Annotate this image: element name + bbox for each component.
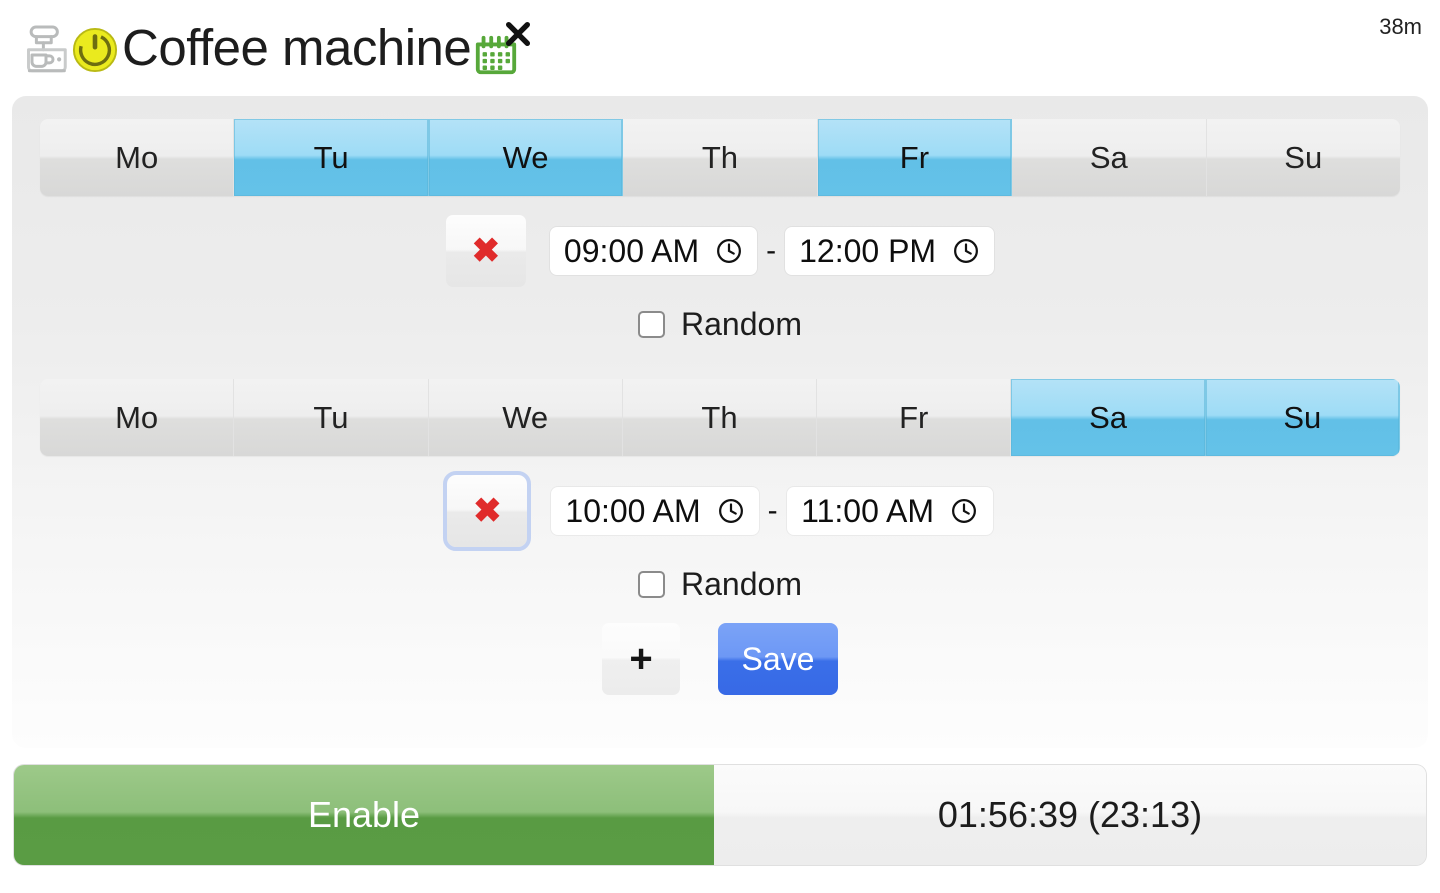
clock-icon[interactable] [952,237,980,265]
day-button-we-2[interactable]: We [428,379,623,456]
uptime-label: 38m [1379,14,1422,39]
header: Coffee machine 38m [0,0,1440,95]
day-button-we[interactable]: We [428,119,624,196]
enable-button[interactable]: Enable [14,765,714,865]
random-label-2: Random [681,566,802,602]
delete-schedule-button-2[interactable]: ✖ [443,471,532,551]
day-button-tu-2[interactable]: Tu [234,379,429,456]
random-checkbox-1[interactable] [638,311,666,338]
clock-icon[interactable] [717,497,745,525]
bottom-bar: Enable 01:56:39 (23:13) [14,765,1426,865]
title-group: Coffee machine [0,14,535,82]
clock-icon[interactable] [715,237,743,265]
day-button-sa-2[interactable]: Sa [1011,379,1206,456]
day-button-sa[interactable]: Sa [1012,119,1207,196]
random-checkbox-2[interactable] [638,571,666,598]
random-label-1: Random [681,306,802,342]
add-schedule-button[interactable]: + [602,623,680,695]
time-separator-2: - [767,494,778,527]
day-button-su-2[interactable]: Su [1205,379,1400,456]
day-button-th-2[interactable]: Th [622,379,818,456]
start-time-value-2: 10:00 AM [565,492,701,529]
start-time-field-1[interactable]: 09:00 AM [549,227,758,275]
day-button-tu[interactable]: Tu [234,119,429,196]
clock-icon[interactable] [950,497,978,525]
countdown-label: 01:56:39 (23:13) [714,765,1426,865]
day-button-mo[interactable]: Mo [40,119,235,196]
start-time-field-2[interactable]: 10:00 AM [551,487,759,535]
save-button[interactable]: Save [718,623,838,695]
plus-icon: + [629,637,653,681]
schedule-panel: Mo Tu We Th Fr Sa Su ✖ 09:00 AM - 12:00 … [12,96,1428,748]
end-time-value-2: 11:00 AM [801,492,934,529]
random-row-1: Random [12,306,1428,343]
power-button-icon[interactable] [72,27,118,73]
red-x-icon: ✖ [473,492,502,530]
end-time-field-2[interactable]: 11:00 AM [786,487,993,535]
day-selector-2: Mo Tu We Th Fr Sa Su [40,379,1400,456]
time-row-1: ✖ 09:00 AM - 12:00 PM [12,211,1428,291]
time-separator-1: - [766,234,777,267]
coffee-machine-icon [27,25,67,72]
end-time-field-1[interactable]: 12:00 PM [785,227,995,275]
calendar-clear-button[interactable] [473,20,535,82]
day-button-th[interactable]: Th [623,119,818,196]
day-button-su[interactable]: Su [1206,119,1400,196]
actions-row: + Save [12,623,1428,695]
red-x-icon: ✖ [471,232,501,270]
day-button-mo-2[interactable]: Mo [40,379,235,456]
random-row-2: Random [12,566,1428,603]
page-title: Coffee machine [122,19,472,76]
app-screen: Coffee machine 38m Mo Tu We Th Fr Sa Su … [0,0,1440,893]
time-row-2: ✖ 10:00 AM - 11:00 AM [12,471,1428,551]
day-selector-1: Mo Tu We Th Fr Sa Su [40,119,1400,196]
day-button-fr[interactable]: Fr [817,119,1013,196]
close-x-icon [506,21,531,46]
end-time-value-1: 12:00 PM [799,232,937,269]
day-button-fr-2[interactable]: Fr [817,379,1012,456]
start-time-value-1: 09:00 AM [563,232,700,269]
delete-schedule-button-1[interactable]: ✖ [445,215,526,287]
